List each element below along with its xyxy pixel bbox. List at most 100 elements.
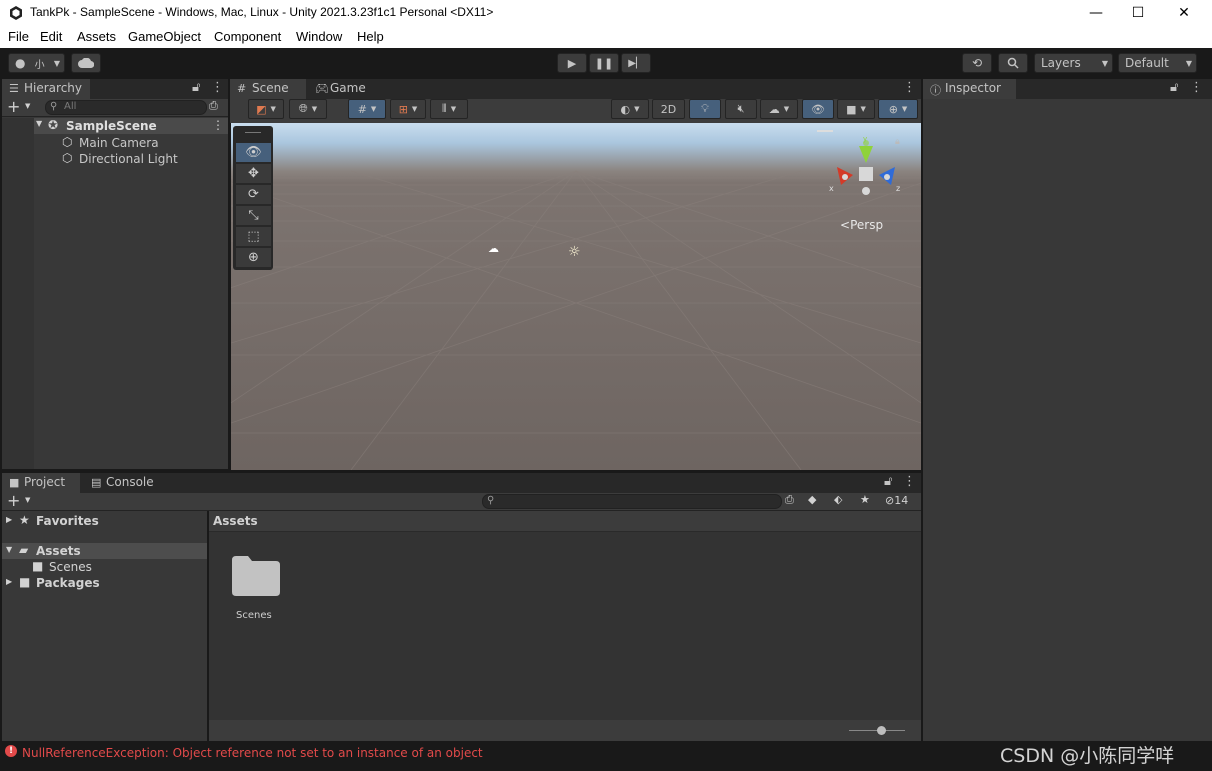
palette-handle[interactable]	[245, 132, 261, 133]
more-menu-icon[interactable]: ⋮	[212, 118, 224, 132]
error-message[interactable]: NullReferenceException: Object reference…	[22, 746, 483, 760]
eye-icon: 👁︎	[245, 145, 262, 160]
scene-viewport[interactable]: 👁︎ ✥ ⟳ ⤡ ⬚ ⊕ ☁ ☼ y x z 🔒︎ <Persp	[231, 123, 921, 470]
cloud-icon	[78, 58, 94, 68]
view-tool-button[interactable]: 👁︎	[236, 143, 271, 162]
gamepad-icon: 🎮︎	[315, 82, 329, 95]
move-tool-button[interactable]: ✥	[236, 164, 271, 183]
effects-dropdown[interactable]: ☁ ▼	[760, 99, 798, 119]
menu-edit[interactable]: Edit	[40, 29, 62, 44]
menu-assets[interactable]: Assets	[77, 29, 116, 44]
minimize-button[interactable]: —	[1073, 0, 1119, 26]
close-button[interactable]: ✕	[1161, 0, 1207, 26]
play-button[interactable]: ▶	[557, 53, 587, 73]
scale-tool-button[interactable]: ⤡	[236, 206, 271, 225]
pause-button[interactable]: ❚❚	[589, 53, 619, 73]
star-icon[interactable]: ★	[860, 493, 870, 506]
tab-hierarchy[interactable]: ☰ Hierarchy	[2, 79, 90, 99]
hierarchy-item[interactable]: ⬡ Directional Light	[62, 151, 228, 167]
zoom-slider-thumb[interactable]	[877, 726, 886, 735]
transform-tool-button[interactable]: ⊕	[236, 248, 271, 267]
history-button[interactable]: ⟲	[962, 53, 992, 73]
add-icon[interactable]: +	[7, 97, 20, 116]
breadcrumb-assets[interactable]: Assets	[213, 514, 258, 528]
assets-row[interactable]: ▼ ▰ Assets	[2, 543, 207, 559]
gizmo-handle-icon[interactable]	[817, 130, 833, 132]
chevron-down-icon[interactable]: ▼	[25, 102, 30, 110]
asset-tile[interactable]: Scenes	[229, 549, 289, 623]
chevron-right-icon[interactable]: ▶	[6, 577, 12, 586]
chevron-down-icon[interactable]: ▼	[6, 545, 12, 554]
snap-dropdown[interactable]: ⊞ ▼	[390, 99, 426, 119]
shading-dropdown[interactable]: ◐ ▼	[611, 99, 649, 119]
lock-icon[interactable]: 🔓︎	[884, 474, 892, 489]
layers-dropdown[interactable]: Layers ▼	[1034, 53, 1113, 73]
tab-game[interactable]: 🎮︎ Game	[308, 79, 376, 99]
filter-type-icon[interactable]: ◆	[808, 493, 816, 506]
menu-file[interactable]: File	[8, 29, 29, 44]
light-gizmo-icon[interactable]: ☼	[568, 244, 581, 260]
maximize-button[interactable]: ☐	[1115, 0, 1161, 26]
chevron-down-icon: ▼	[370, 105, 377, 113]
tab-scene[interactable]: # Scene	[230, 79, 306, 99]
project-search-field[interactable]: ⚲	[482, 494, 782, 509]
cloud-button[interactable]	[71, 53, 101, 73]
increment-snap-dropdown[interactable]: ⦀ ▼	[430, 99, 468, 119]
gizmos-dropdown[interactable]: ⊕ ▼	[878, 99, 918, 119]
hidden-packages-toggle[interactable]: ⊘14	[885, 494, 908, 507]
audio-toggle[interactable]: 🔇︎	[725, 99, 757, 119]
scene-row[interactable]: ▼ ✪ SampleScene ⋮	[2, 118, 228, 134]
add-icon[interactable]: +	[7, 491, 20, 510]
global-dropdown[interactable]: 🌐︎ ▼	[289, 99, 327, 119]
grid-toggle[interactable]: # ▼	[348, 99, 386, 119]
chevron-right-icon[interactable]: ▶	[6, 515, 12, 524]
search-icon	[1007, 57, 1019, 69]
more-menu-icon[interactable]: ⋮	[1190, 80, 1203, 95]
lock-icon[interactable]: 🔓︎	[192, 80, 200, 95]
folder-icon: ■	[32, 559, 44, 573]
toggle-2d-label: 2D	[660, 102, 677, 116]
persp-toggle[interactable]: <Persp	[840, 218, 883, 232]
layout-dropdown[interactable]: Default ▼	[1118, 53, 1197, 73]
rotate-tool-button[interactable]: ⟳	[236, 185, 271, 204]
favorites-row[interactable]: ▶ ★ Favorites	[2, 513, 207, 529]
packages-label: Packages	[36, 576, 100, 590]
hierarchy-item[interactable]: ⬡ Main Camera	[62, 135, 228, 151]
menu-component[interactable]: Component	[214, 29, 281, 44]
gizmo-lock-icon[interactable]: 🔒︎	[895, 137, 900, 147]
scenes-folder-row[interactable]: ■ Scenes	[32, 559, 207, 575]
chevron-down-icon[interactable]: ▼	[25, 496, 30, 504]
toggle-2d-button[interactable]: 2D	[652, 99, 685, 119]
camera-gizmo-icon[interactable]: ☁	[488, 242, 499, 255]
visibility-toggle[interactable]: 👁︎	[802, 99, 834, 119]
tag-icon[interactable]: ⬖	[834, 493, 842, 506]
menu-gameobject[interactable]: GameObject	[128, 29, 201, 44]
camera-dropdown[interactable]: ■ ▼	[837, 99, 875, 119]
menu-help[interactable]: Help	[357, 29, 384, 44]
draw-mode-dropdown[interactable]: ◩ ▼	[248, 99, 284, 119]
tab-console[interactable]: ▤ Console	[84, 473, 162, 493]
menu-window[interactable]: Window	[296, 29, 342, 44]
search-button[interactable]	[998, 53, 1028, 73]
account-dropdown[interactable]: ● 小 ▼	[8, 53, 65, 73]
tab-inspector[interactable]: ⓘ Inspector	[923, 79, 1016, 99]
more-menu-icon[interactable]: ⋮	[903, 80, 916, 95]
tab-project[interactable]: ■ Project	[2, 473, 80, 493]
search-by-type-icon[interactable]: ⎙	[785, 493, 794, 507]
play-icon: ▶	[567, 56, 577, 70]
chevron-down-icon[interactable]: ▼	[36, 119, 42, 128]
hierarchy-item-label: Directional Light	[79, 152, 178, 166]
console-icon: ▤	[91, 476, 102, 489]
step-button[interactable]: ▶▏	[621, 53, 651, 73]
chevron-down-icon: ▼	[901, 105, 908, 113]
hierarchy-search-field[interactable]: ⚲ All	[45, 100, 207, 115]
packages-row[interactable]: ▶ ■ Packages	[2, 575, 207, 591]
lock-icon[interactable]: 🔓︎	[1170, 80, 1178, 95]
more-menu-icon[interactable]: ⋮	[211, 80, 224, 95]
eye-hidden-icon: ⊘	[885, 494, 895, 507]
chevron-down-icon: ▼	[53, 58, 60, 68]
scene-search-icon[interactable]: ⎙	[209, 99, 218, 113]
rect-tool-button[interactable]: ⬚	[236, 227, 271, 246]
lighting-toggle[interactable]: 💡︎	[689, 99, 721, 119]
more-menu-icon[interactable]: ⋮	[903, 474, 916, 489]
